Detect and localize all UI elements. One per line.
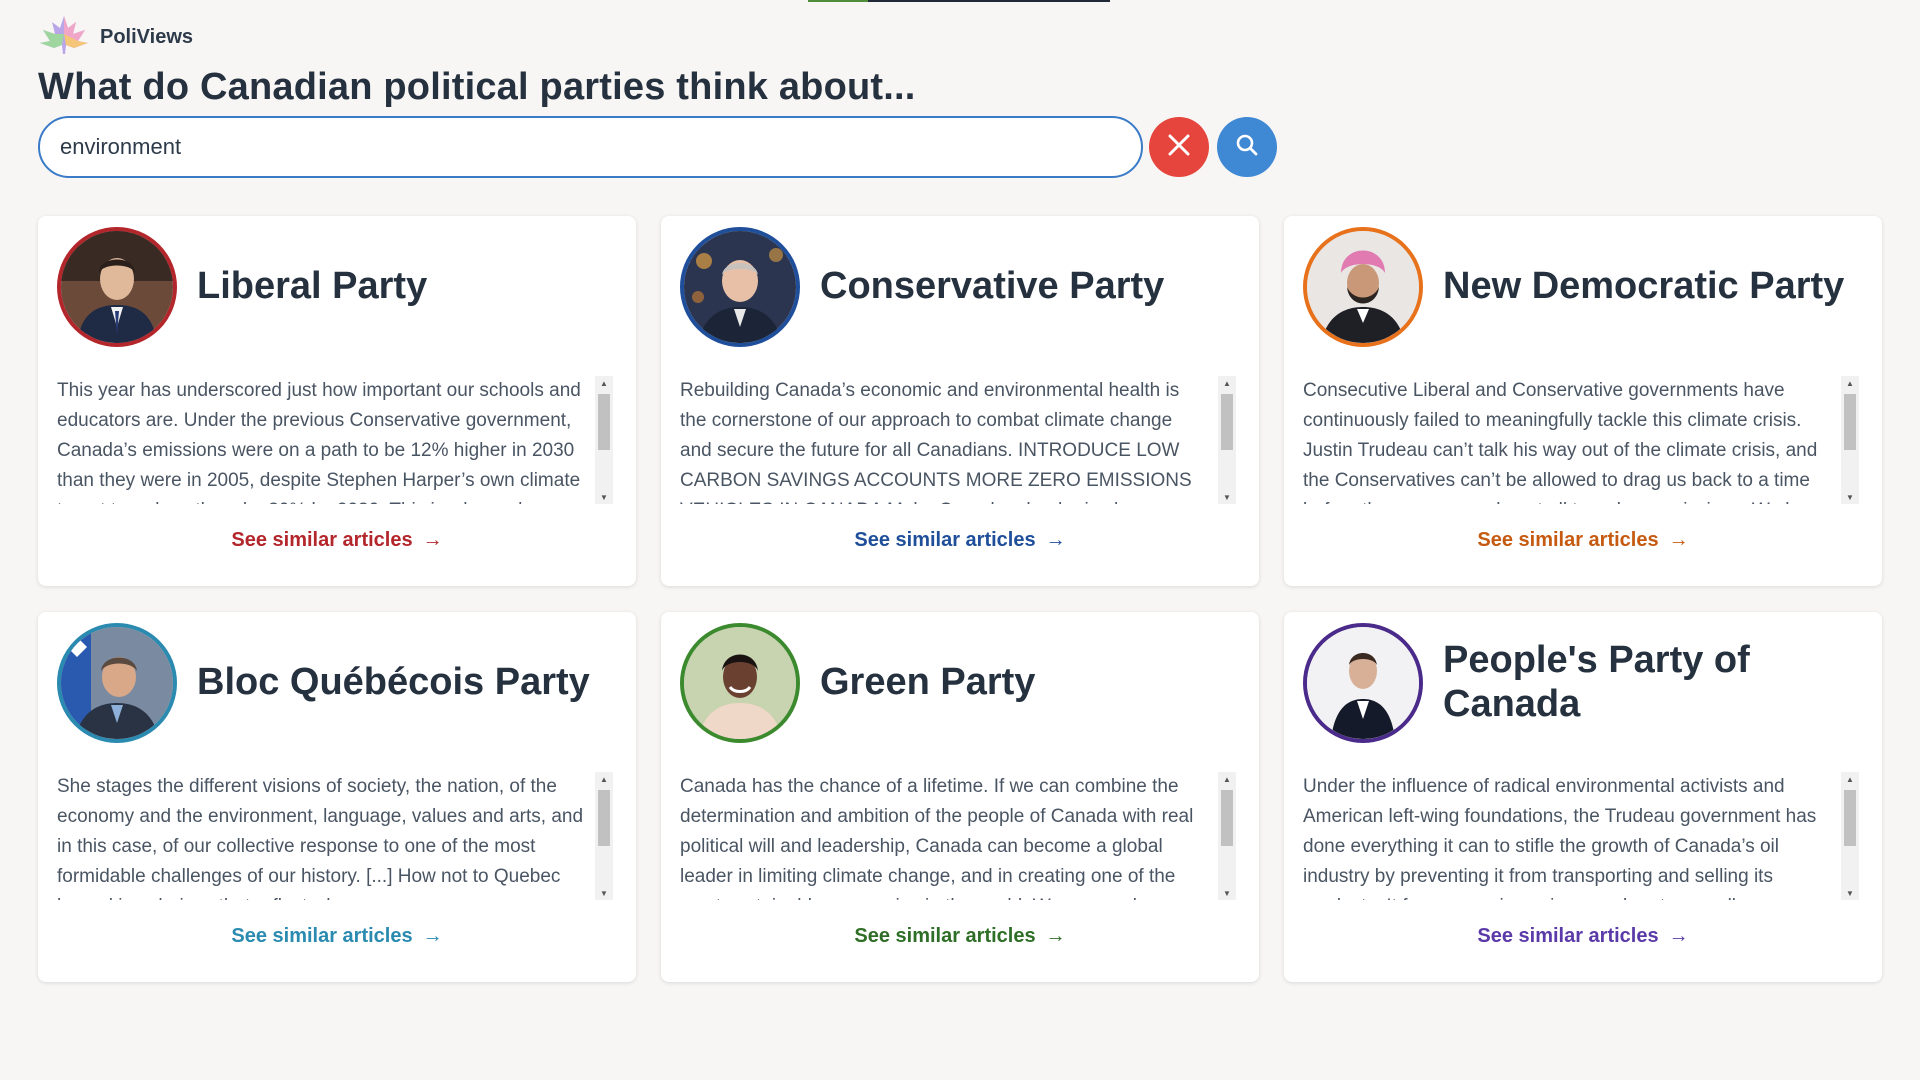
close-icon [1166, 132, 1192, 163]
party-name: People's Party of Canada [1443, 638, 1750, 725]
party-name: Bloc Québécois Party [197, 660, 590, 703]
scrollbar-thumb[interactable] [598, 394, 610, 450]
party-name: Conservative Party [820, 264, 1165, 307]
scrollbar-thumb[interactable] [1844, 790, 1856, 846]
excerpt-scrollbar[interactable]: ▲ ▼ [595, 376, 613, 504]
party-leader-avatar [1303, 622, 1423, 743]
scrollbar-thumb[interactable] [1221, 394, 1233, 450]
search-input[interactable] [38, 116, 1143, 178]
see-similar-articles-link[interactable]: See similar articles → [1284, 925, 1882, 948]
scrollbar-thumb[interactable] [1844, 394, 1856, 450]
arrow-right-icon: → [1668, 925, 1689, 947]
arrow-right-icon: → [1045, 529, 1066, 551]
party-card-liberal: Liberal Party This year has underscored … [38, 216, 636, 586]
scroll-down-icon[interactable]: ▼ [1841, 886, 1859, 900]
excerpt-scroll-area[interactable]: Under the influence of radical environme… [1303, 772, 1859, 900]
scroll-down-icon[interactable]: ▼ [1218, 490, 1236, 504]
search-icon [1234, 132, 1260, 163]
scrollbar-thumb[interactable] [598, 790, 610, 846]
link-label: See similar articles [1477, 925, 1659, 947]
party-name: Liberal Party [197, 264, 428, 307]
excerpt-scroll-area[interactable]: She stages the different visions of soci… [57, 772, 613, 900]
page-title: What do Canadian political parties think… [38, 66, 916, 108]
arrow-right-icon: → [1668, 529, 1689, 551]
page-loading-bar [808, 0, 1110, 2]
party-grid: Liberal Party This year has underscored … [38, 216, 1883, 982]
party-excerpt: Canada has the chance of a lifetime. If … [680, 776, 1194, 900]
link-label: See similar articles [231, 529, 413, 551]
app-name: PoliViews [100, 26, 194, 48]
party-card-ndp: New Democratic Party Consecutive Liberal… [1284, 216, 1882, 586]
excerpt-scroll-area[interactable]: Rebuilding Canada’s economic and environ… [680, 376, 1236, 504]
excerpt-scroll-area[interactable]: Canada has the chance of a lifetime. If … [680, 772, 1236, 900]
see-similar-articles-link[interactable]: See similar articles → [661, 529, 1259, 552]
scroll-down-icon[interactable]: ▼ [595, 490, 613, 504]
excerpt-scrollbar[interactable]: ▲ ▼ [1841, 376, 1859, 504]
party-card-green: Green Party Canada has the chance of a l… [661, 612, 1259, 982]
see-similar-articles-link[interactable]: See similar articles → [38, 925, 636, 948]
scroll-down-icon[interactable]: ▼ [1841, 490, 1859, 504]
see-similar-articles-link[interactable]: See similar articles → [661, 925, 1259, 948]
link-label: See similar articles [854, 529, 1036, 551]
excerpt-scrollbar[interactable]: ▲ ▼ [1218, 376, 1236, 504]
scroll-down-icon[interactable]: ▼ [595, 886, 613, 900]
excerpt-scrollbar[interactable]: ▲ ▼ [1841, 772, 1859, 900]
party-excerpt: This year has underscored just how impor… [57, 380, 581, 504]
arrow-right-icon: → [1045, 925, 1066, 947]
link-label: See similar articles [231, 925, 413, 947]
excerpt-scrollbar[interactable]: ▲ ▼ [1218, 772, 1236, 900]
clear-search-button[interactable] [1149, 117, 1209, 177]
party-leader-avatar [680, 622, 800, 743]
arrow-right-icon: → [422, 925, 443, 947]
brand[interactable]: PoliViews [38, 14, 193, 61]
scroll-up-icon[interactable]: ▲ [1218, 772, 1236, 786]
search-bar [38, 116, 1277, 178]
see-similar-articles-link[interactable]: See similar articles → [1284, 529, 1882, 552]
party-name: New Democratic Party [1443, 264, 1845, 307]
party-excerpt: Consecutive Liberal and Conservative gov… [1303, 380, 1830, 504]
excerpt-scrollbar[interactable]: ▲ ▼ [595, 772, 613, 900]
scroll-up-icon[interactable]: ▲ [595, 772, 613, 786]
party-excerpt: She stages the different visions of soci… [57, 776, 584, 900]
excerpt-scroll-area[interactable]: This year has underscored just how impor… [57, 376, 613, 504]
party-card-conservative: Conservative Party Rebuilding Canada’s e… [661, 216, 1259, 586]
scroll-up-icon[interactable]: ▲ [1841, 376, 1859, 390]
link-label: See similar articles [1477, 529, 1659, 551]
excerpt-scroll-area[interactable]: Consecutive Liberal and Conservative gov… [1303, 376, 1859, 504]
arrow-right-icon: → [422, 529, 443, 551]
scroll-up-icon[interactable]: ▲ [595, 376, 613, 390]
party-name: Green Party [820, 660, 1036, 703]
party-excerpt: Rebuilding Canada’s economic and environ… [680, 380, 1192, 504]
party-card-ppc: People's Party of Canada Under the influ… [1284, 612, 1882, 982]
scrollbar-thumb[interactable] [1221, 790, 1233, 846]
link-label: See similar articles [854, 925, 1036, 947]
party-leader-avatar [57, 622, 177, 743]
party-excerpt: Under the influence of radical environme… [1303, 776, 1817, 900]
see-similar-articles-link[interactable]: See similar articles → [38, 529, 636, 552]
search-button[interactable] [1217, 117, 1277, 177]
party-card-bloc: Bloc Québécois Party She stages the diff… [38, 612, 636, 982]
maple-leaf-icon [38, 14, 90, 61]
party-leader-avatar [57, 226, 177, 347]
party-leader-avatar [1303, 226, 1423, 347]
scroll-up-icon[interactable]: ▲ [1218, 376, 1236, 390]
scroll-up-icon[interactable]: ▲ [1841, 772, 1859, 786]
party-leader-avatar [680, 226, 800, 347]
scroll-down-icon[interactable]: ▼ [1218, 886, 1236, 900]
